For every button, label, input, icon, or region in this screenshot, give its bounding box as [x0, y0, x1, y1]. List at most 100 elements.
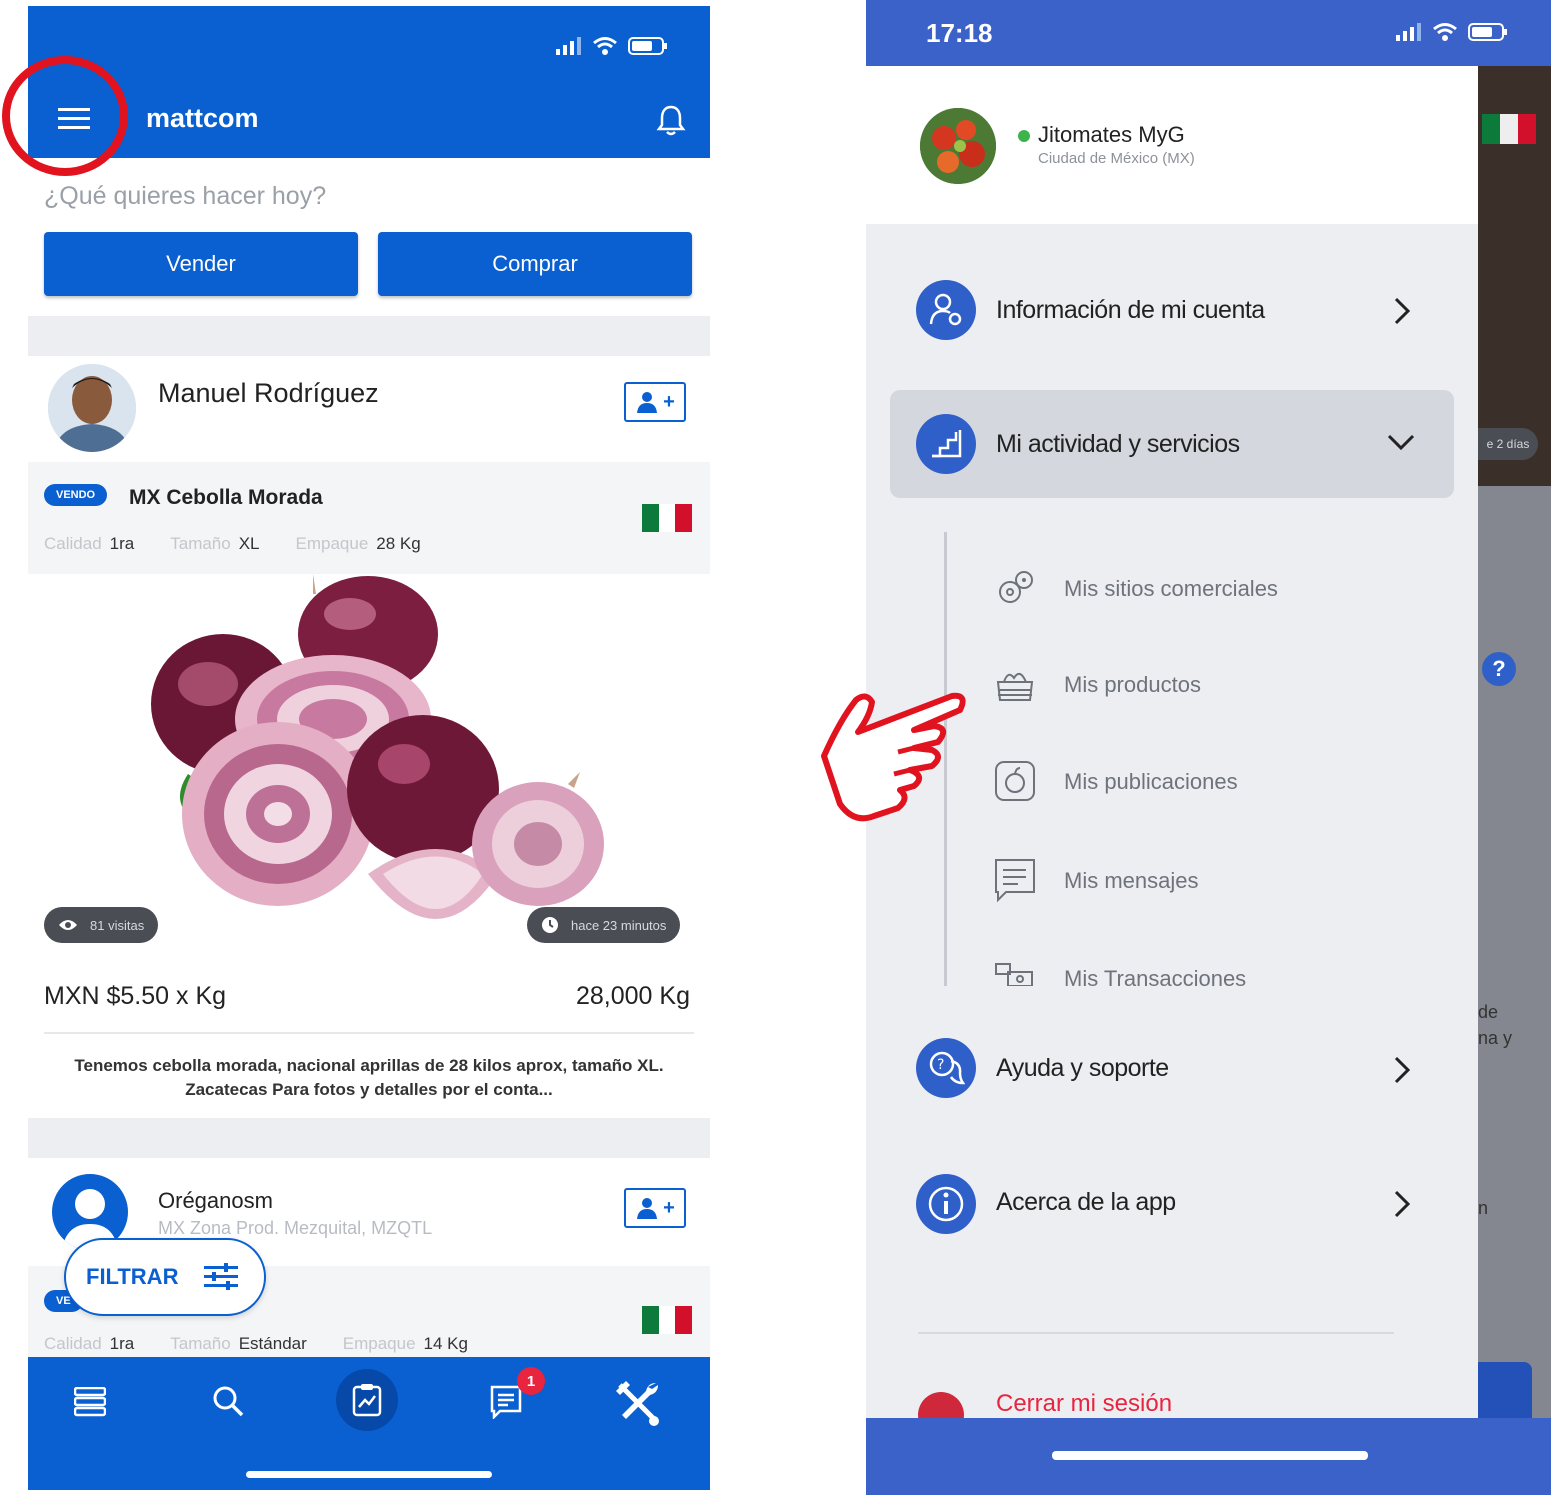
time-pill: e 2 días: [1478, 428, 1538, 460]
prompt-text: ¿Qué quieres hacer hoy?: [44, 182, 327, 210]
submenu-item[interactable]: Mis mensajes: [1064, 868, 1198, 894]
background-content: ? de na y n: [1478, 486, 1551, 1426]
status-bar: 17:18: [866, 0, 1551, 66]
sell-button[interactable]: Vender: [44, 232, 358, 296]
size-label: Tamaño: [170, 534, 231, 553]
peek-button: [1478, 1362, 1532, 1426]
status-icons: [556, 36, 668, 56]
wifi-icon: [593, 37, 617, 55]
menu-item-logout[interactable]: Cerrar mi sesión: [996, 1390, 1172, 1418]
notification-badge: 1: [517, 1367, 545, 1395]
submenu-item[interactable]: Mis productos: [1064, 672, 1201, 698]
pack-value: 28 Kg: [376, 534, 421, 553]
quality-value: 1ra: [109, 534, 135, 553]
messages-icon[interactable]: [490, 1385, 522, 1419]
bottom-bar: [866, 1418, 1551, 1495]
menu-item-account[interactable]: Información de mi cuenta: [996, 296, 1265, 325]
clock-icon: [542, 917, 558, 933]
store-avatar[interactable]: [920, 108, 996, 184]
home-indicator: [1052, 1451, 1368, 1460]
chevron-right-icon[interactable]: [1392, 1189, 1412, 1219]
post-user-location: MX Zona Prod. Mezquital, MZQTL: [158, 1218, 433, 1238]
transactions-icon: [995, 963, 1033, 986]
pack-value: 14 Kg: [423, 1334, 468, 1353]
annotation-circle: [2, 56, 128, 176]
chevron-right-icon[interactable]: [1392, 1055, 1412, 1085]
mexico-flag-icon: [1482, 114, 1536, 144]
status-time: 17:18: [926, 18, 993, 48]
app-title: mattcom: [146, 103, 259, 133]
market-tab[interactable]: [336, 1369, 398, 1431]
home-indicator: [246, 1471, 492, 1478]
eye-icon: [59, 920, 77, 930]
battery-icon: [628, 37, 667, 55]
filter-button[interactable]: FILTRAR: [64, 1238, 266, 1316]
background-image: e 2 días: [1478, 66, 1551, 486]
action-bar: ¿Qué quieres hacer hoy? Vender Comprar: [28, 158, 710, 316]
submenu-item[interactable]: Mis Transacciones: [1064, 966, 1246, 986]
quality-value: 1ra: [109, 1334, 135, 1353]
sliders-icon: [204, 1263, 239, 1290]
list-icon[interactable]: [74, 1387, 106, 1417]
help-icon: ?: [1482, 652, 1516, 686]
tools-icon[interactable]: [614, 1379, 662, 1427]
size-value: Estándar: [238, 1334, 307, 1353]
chevron-down-icon[interactable]: [1386, 432, 1416, 452]
product-title[interactable]: MX Cebolla Morada: [129, 486, 323, 510]
submenu-item[interactable]: Mis publicaciones: [1064, 769, 1238, 795]
profile-section: Jitomates MyG Ciudad de México (MX): [866, 66, 1478, 224]
menu-item-about[interactable]: Acerca de la app: [996, 1188, 1176, 1217]
help-chat-icon: ?: [916, 1038, 976, 1098]
post-user-name[interactable]: Oréganosm: [158, 1188, 273, 1214]
store-location: Ciudad de México (MX): [1038, 150, 1195, 167]
svg-text:?: ?: [937, 1057, 944, 1073]
buy-button[interactable]: Comprar: [378, 232, 692, 296]
pack-label: Empaque: [342, 1334, 416, 1353]
location-pins-icon: [999, 571, 1033, 603]
pointing-hand-icon: [821, 692, 966, 822]
peek-text: n: [1478, 1198, 1489, 1218]
online-indicator: [1018, 130, 1030, 142]
peek-text: na y: [1478, 1028, 1513, 1048]
visits-count: 81 visitas: [90, 917, 145, 933]
time-pill: hace 23 minutos: [527, 907, 681, 943]
avatar[interactable]: [48, 364, 136, 452]
store-name: Jitomates MyG: [1038, 122, 1185, 147]
product-description[interactable]: Tenemos cebolla morada, nacional aprilla…: [68, 1054, 670, 1102]
signal-icon: [556, 37, 581, 55]
follow-button[interactable]: +: [624, 382, 686, 422]
follow-button[interactable]: +: [624, 1188, 686, 1228]
stairs-icon: [916, 414, 976, 474]
user-icon: [637, 392, 658, 413]
submenu-clip: Mis Transacciones: [866, 946, 1478, 986]
product-attributes: Calidad 1ra Tamaño Estándar Empaque 14 Kg: [44, 1334, 504, 1354]
menu-item-activity[interactable]: Mi actividad y servicios: [996, 430, 1240, 459]
quality-label: Calidad: [44, 534, 102, 553]
post-time: hace 23 minutos: [571, 917, 667, 933]
size-label: Tamaño: [170, 1334, 231, 1353]
clipboard-chart-icon: [352, 1384, 382, 1417]
divider: [44, 1032, 694, 1034]
price: MXN $5.50 x Kg: [44, 982, 227, 1010]
mexico-flag-icon: [642, 1306, 693, 1334]
product-attributes: Calidad 1ra Tamaño XL Empaque 28 Kg: [44, 534, 457, 554]
divider: [918, 1332, 1394, 1334]
peek-text: de: [1478, 1002, 1499, 1022]
chevron-right-icon[interactable]: [1392, 296, 1412, 326]
search-icon[interactable]: [212, 1385, 244, 1417]
bottom-nav: 1: [28, 1357, 710, 1490]
product-image-area[interactable]: 81 visitas hace 23 minutos: [28, 574, 710, 994]
pack-label: Empaque: [295, 534, 369, 553]
messages-icon: [995, 859, 1035, 903]
wifi-icon: [1433, 23, 1457, 41]
product-footer: MXN $5.50 x Kg 28,000 Kg Tenemos cebolla…: [28, 966, 710, 1118]
publications-icon: [995, 761, 1035, 801]
bell-icon[interactable]: [656, 104, 686, 136]
signal-icon: [1396, 23, 1421, 41]
post-header: Manuel Rodríguez +: [28, 356, 710, 462]
app-header: mattcom: [28, 6, 710, 158]
submenu-item[interactable]: Mis sitios comerciales: [1064, 576, 1278, 602]
product-header: VENDO MX Cebolla Morada Calidad 1ra Tamaño…: [28, 462, 710, 574]
menu-item-help[interactable]: Ayuda y soporte: [996, 1054, 1169, 1083]
post-user-name[interactable]: Manuel Rodríguez: [158, 378, 379, 409]
